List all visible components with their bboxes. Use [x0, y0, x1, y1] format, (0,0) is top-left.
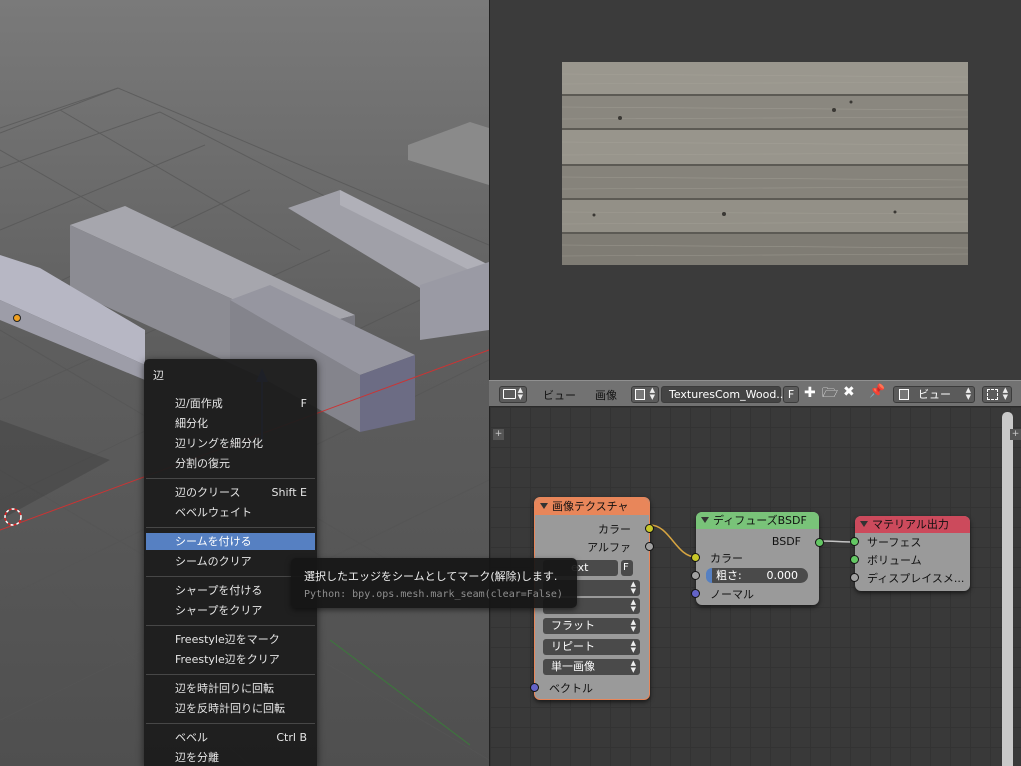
input-surface-label: サーフェス: [867, 536, 922, 549]
tooltip-python: Python: bpy.ops.mesh.mark_seam(clear=Fal…: [304, 589, 563, 600]
editor-type-selector[interactable]: ▲ ▼: [499, 386, 527, 403]
input-normal-label: ノーマル: [710, 588, 754, 601]
node-header[interactable]: 画像テクスチャ: [535, 498, 649, 515]
output-bsdf-label: BSDF: [771, 535, 801, 548]
pin-icon[interactable]: 📌: [869, 384, 885, 399]
node-header[interactable]: ディフューズBSDF: [696, 512, 819, 529]
image-editor[interactable]: [489, 0, 1021, 380]
menu-separator: [146, 723, 315, 724]
menu-item-bevel[interactable]: ベベル Ctrl B: [146, 729, 315, 746]
menu-separator: [146, 527, 315, 528]
updown-arrows-icon: ▲ ▼: [630, 598, 636, 613]
menu-separator: [146, 478, 315, 479]
extension-dropdown[interactable]: リピート ▲ ▼: [543, 639, 640, 655]
surface-input-socket[interactable]: [850, 537, 859, 546]
updown-arrows-icon: ▲ ▼: [517, 386, 523, 401]
bsdf-output-socket[interactable]: [815, 538, 824, 547]
view-menu[interactable]: ビュー: [543, 387, 576, 403]
menu-item-edge-split[interactable]: 辺を分離: [146, 749, 315, 766]
pivot-icon: [987, 389, 998, 400]
open-folder-icon[interactable]: 🗁: [822, 384, 838, 406]
updown-arrows-icon: ▲ ▼: [649, 386, 655, 401]
menu-item-bevel-weight[interactable]: ベベルウェイト: [146, 504, 315, 521]
input-displacement-label: ディスプレイスメ...: [867, 572, 965, 585]
menu-item-mark-freestyle-edge[interactable]: Freestyle辺をマーク: [146, 631, 315, 648]
image-name-field[interactable]: TexturesCom_Wood...: [661, 386, 787, 403]
mark-seam-tooltip: 選択したエッジをシームとしてマーク(解除)します. Python: bpy.op…: [291, 558, 577, 608]
image-icon: [635, 389, 645, 400]
output-color-label: カラー: [598, 523, 631, 536]
unlink-icon[interactable]: ✖: [843, 384, 855, 400]
wood-texture-image: [562, 62, 968, 265]
view-mode-selector[interactable]: ビュー ▲ ▼: [893, 386, 975, 403]
menu-item-edge-crease[interactable]: 辺のクリース Shift E: [146, 484, 315, 501]
updown-arrows-icon: ▲ ▼: [630, 639, 636, 654]
menu-separator: [146, 576, 315, 577]
menu-item-mark-seam[interactable]: シームを付ける: [146, 533, 315, 550]
menu-item-make-edge-face[interactable]: 辺/面作成 F: [146, 395, 315, 412]
input-volume-label: ボリューム: [867, 554, 922, 567]
pivot-selector[interactable]: ▲ ▼: [982, 386, 1012, 403]
node-header[interactable]: マテリアル出力: [855, 516, 970, 533]
image-editor-header: ▲ ▼ ビュー 画像 ▲ ▼ TexturesCom_Wood... F ✚ 🗁 ✖…: [489, 380, 1021, 407]
roughness-label: 粗さ:: [716, 569, 742, 582]
new-image-icon[interactable]: ✚: [804, 385, 816, 401]
menu-item-mark-sharp[interactable]: シャープを付ける: [146, 582, 315, 599]
updown-arrows-icon: ▲ ▼: [630, 618, 636, 633]
collapse-triangle-icon[interactable]: [701, 517, 709, 523]
node-title: ディフューズBSDF: [713, 514, 807, 527]
roughness-input-socket[interactable]: [691, 571, 700, 580]
volume-input-socket[interactable]: [850, 555, 859, 564]
node-title: 画像テクスチャ: [552, 500, 629, 513]
menu-item-clear-freestyle-edge[interactable]: Freestyle辺をクリア: [146, 651, 315, 668]
image-menu[interactable]: 画像: [595, 387, 617, 403]
displacement-input-socket[interactable]: [850, 573, 859, 582]
updown-arrows-icon: ▲ ▼: [1002, 386, 1008, 401]
projection-dropdown[interactable]: フラット ▲ ▼: [543, 618, 640, 634]
fake-user-toggle[interactable]: F: [783, 386, 799, 403]
material-output-node[interactable]: マテリアル出力 サーフェス ボリューム ディスプレイスメ...: [850, 516, 970, 591]
normal-input-socket[interactable]: [691, 589, 700, 598]
tooltip-description: 選択したエッジをシームとしてマーク(解除)します.: [304, 570, 558, 583]
slider-fill: [706, 568, 712, 583]
vector-input-socket[interactable]: [530, 683, 539, 692]
image-icon: [899, 389, 909, 400]
source-dropdown[interactable]: 単一画像 ▲ ▼: [543, 659, 640, 675]
menu-item-un-subdivide[interactable]: 分割の復元: [146, 455, 315, 472]
roughness-slider[interactable]: 粗さ: 0.000: [706, 568, 808, 583]
roughness-value: 0.000: [766, 569, 799, 582]
menu-item-clear-sharp[interactable]: シャープをクリア: [146, 602, 315, 619]
updown-arrows-icon: ▲ ▼: [965, 386, 971, 401]
menu-separator: [146, 674, 315, 675]
collapse-triangle-icon[interactable]: [540, 503, 548, 509]
menu-separator: [146, 625, 315, 626]
color-input-socket[interactable]: [691, 553, 700, 562]
input-vector-label: ベクトル: [549, 682, 593, 695]
alpha-output-socket[interactable]: [645, 542, 654, 551]
menu-item-subdivide-edge-ring[interactable]: 辺リングを細分化: [146, 435, 315, 452]
image-browse-button[interactable]: ▲ ▼: [631, 386, 659, 403]
menu-item-rotate-edge-cw[interactable]: 辺を時計回りに回転: [146, 680, 315, 697]
updown-arrows-icon: ▲ ▼: [630, 580, 636, 595]
menu-item-subdivide[interactable]: 細分化: [146, 415, 315, 432]
color-output-socket[interactable]: [645, 524, 654, 533]
menu-title: 辺: [153, 369, 164, 382]
output-alpha-label: アルファ: [587, 541, 631, 554]
image-editor-icon: [503, 389, 516, 399]
node-title: マテリアル出力: [872, 518, 949, 531]
menu-item-rotate-edge-ccw[interactable]: 辺を反時計回りに回転: [146, 700, 315, 717]
collapse-triangle-icon[interactable]: [860, 521, 868, 527]
updown-arrows-icon: ▲ ▼: [630, 659, 636, 674]
diffuse-bsdf-node[interactable]: ディフューズBSDF BSDF カラー 粗さ: 0.000 ノーマル: [691, 512, 824, 605]
input-color-label: カラー: [710, 552, 743, 565]
node-fake-user-toggle[interactable]: F: [621, 560, 633, 576]
menu-item-clear-seam[interactable]: シームのクリア: [146, 553, 315, 570]
